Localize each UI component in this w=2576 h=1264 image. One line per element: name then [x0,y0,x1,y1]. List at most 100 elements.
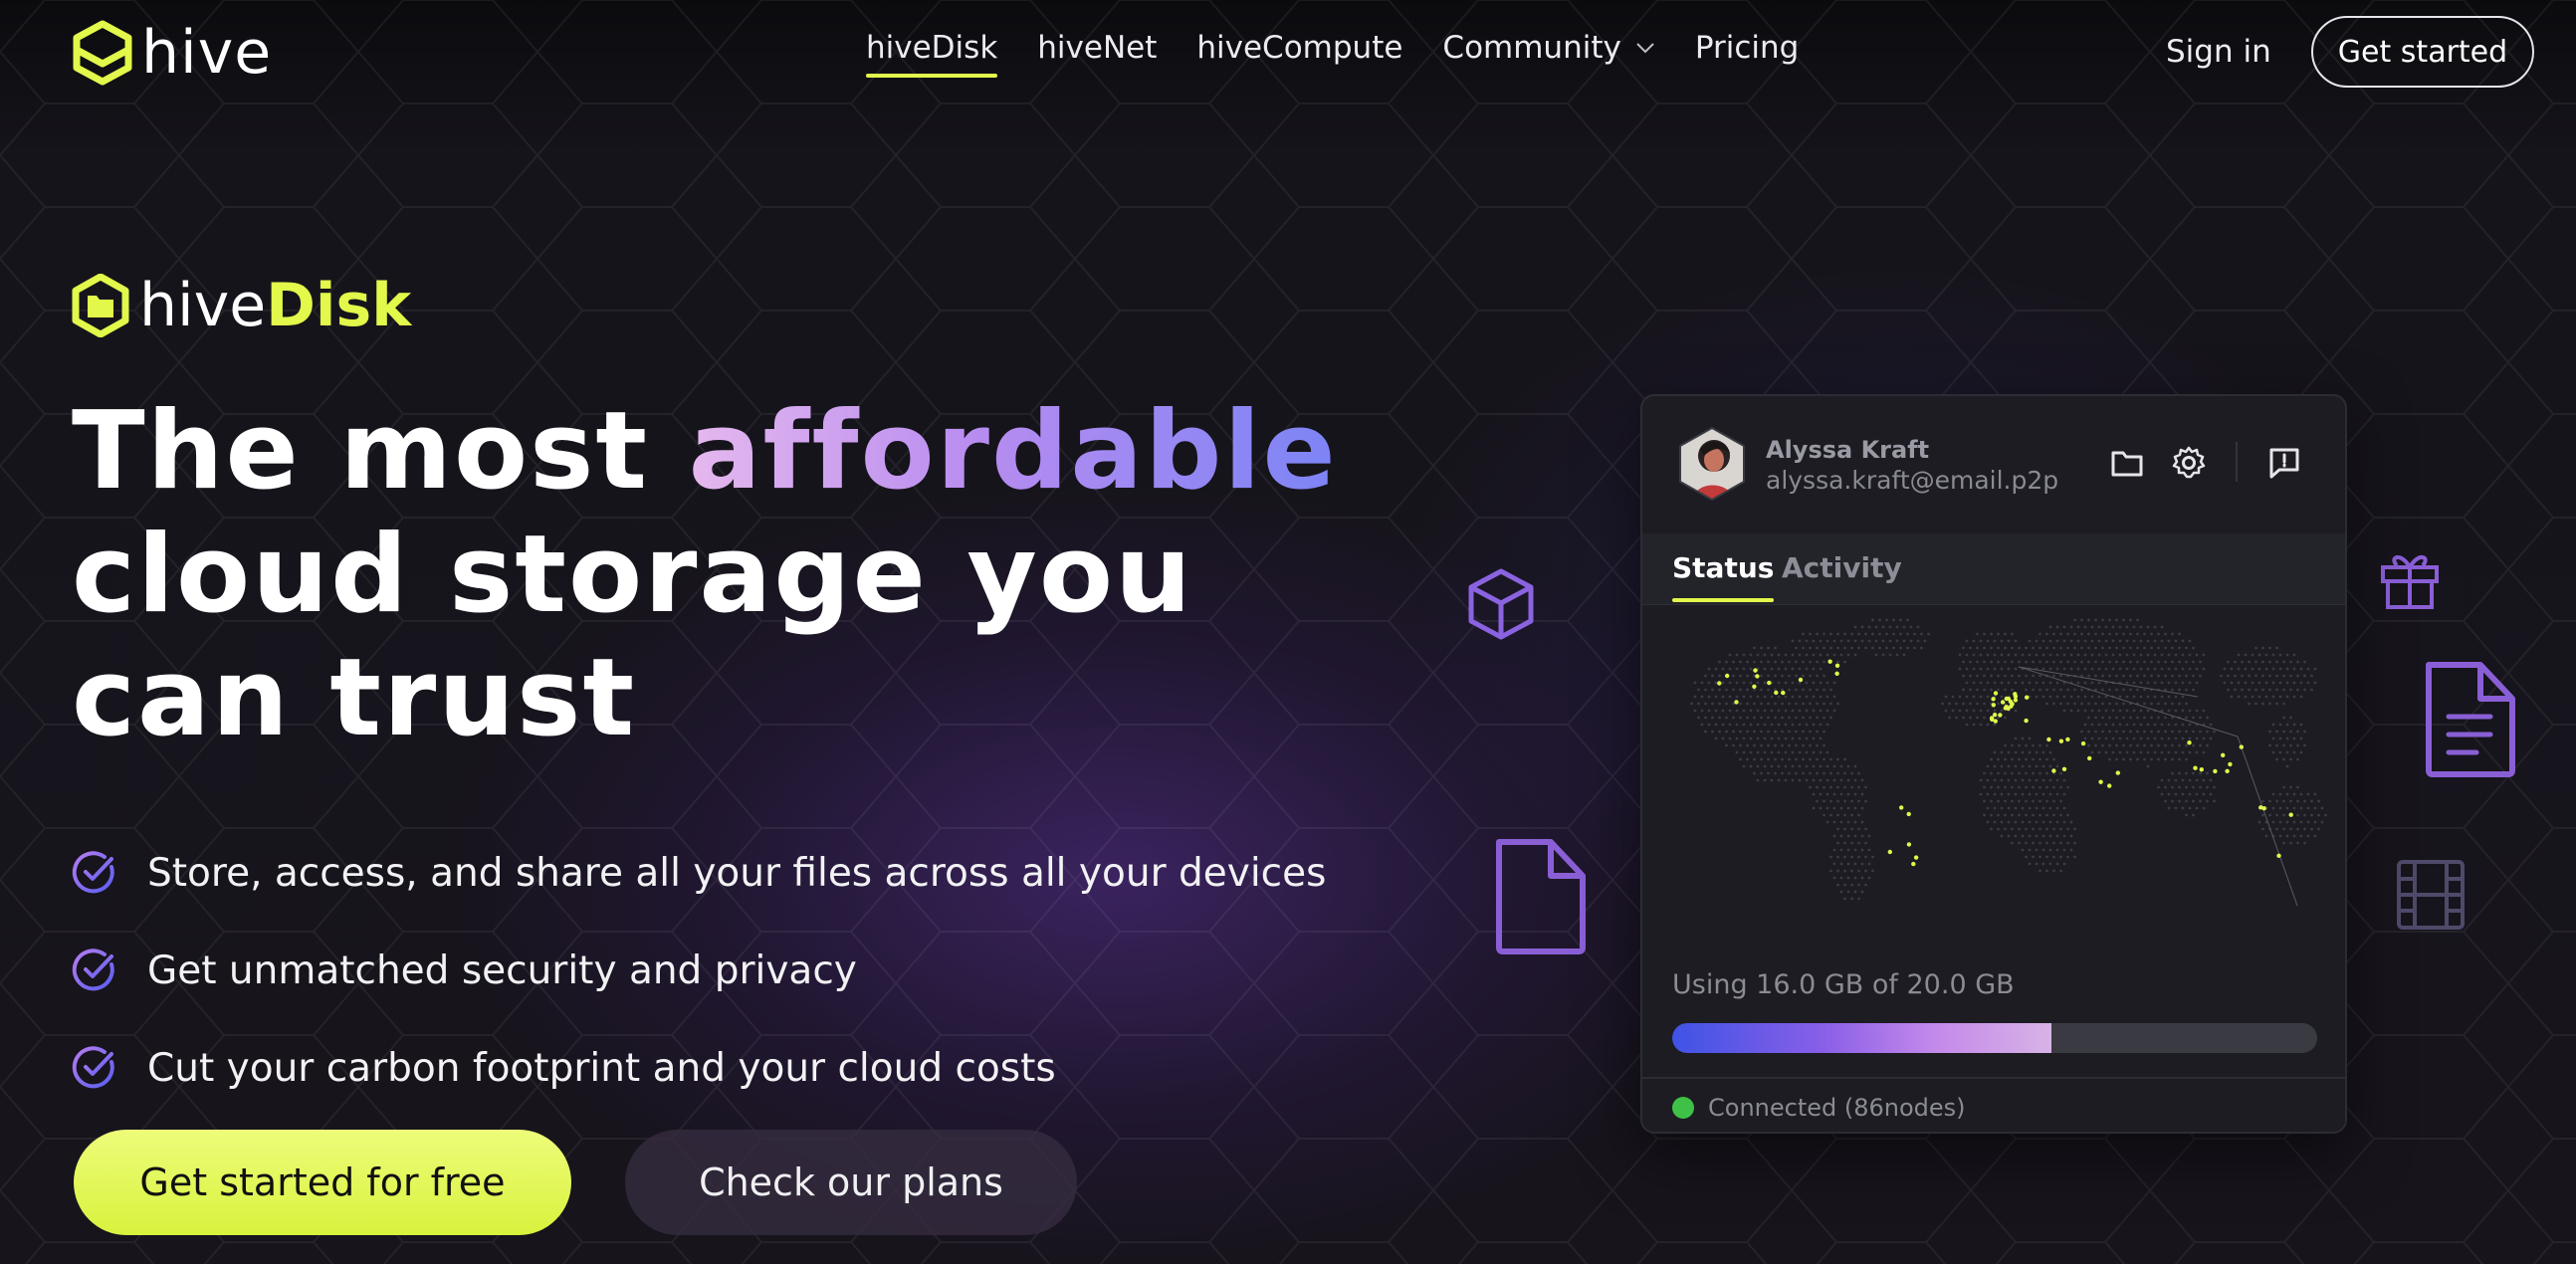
map-land-dot [1983,813,1986,817]
map-land-dot [2101,716,2104,720]
map-land-dot [1843,841,1846,845]
map-land-dot [2048,834,2052,838]
map-land-dot [2048,848,2052,852]
map-land-dot [1735,750,1739,754]
gear-icon[interactable] [2170,444,2208,482]
map-land-dot [2014,653,2018,657]
map-land-dot [2041,848,2045,852]
tab-status[interactable]: Status [1672,551,1775,602]
map-land-dot [2136,632,2139,636]
map-land-dot [2021,792,2025,796]
map-land-dot [1721,681,1725,685]
feedback-icon[interactable] [2265,444,2303,482]
map-land-dot [2292,737,2296,740]
nav-link-hivedisk[interactable]: hiveDisk [866,30,998,78]
map-land-dot [2101,660,2104,664]
map-land-dot [1767,716,1770,720]
map-land-dot [1767,730,1770,734]
map-land-dot [2146,709,2150,713]
map-land-dot [1725,743,1728,747]
map-land-dot [1721,667,1725,671]
map-land-dot [2004,674,2007,678]
map-land-dot [1853,653,1857,657]
map-land-dot [2188,653,2192,657]
map-land-dot [1881,639,1885,643]
avatar[interactable] [1674,426,1750,502]
map-land-dot [1791,764,1795,768]
map-land-dot [2202,709,2206,713]
map-land-dot [2139,681,2143,685]
map-land-dot [2143,632,2146,636]
map-land-dot [2185,785,2188,789]
map-land-dot [2278,737,2282,740]
map-land-dot [2007,667,2011,671]
map-land-dot [2055,806,2059,810]
map-land-dot [2143,716,2146,720]
sign-in-link[interactable]: Sign in [2166,34,2271,70]
map-land-dot [2062,820,2066,824]
map-land-dot [1832,681,1836,685]
map-land-dot [1809,674,1812,678]
nav-link-pricing[interactable]: Pricing [1695,30,1800,66]
map-land-dot [2090,667,2094,671]
map-land-dot [1867,862,1871,866]
folder-icon[interactable] [2108,444,2146,482]
map-land-dot [2261,702,2264,706]
map-land-dot [1795,702,1798,706]
map-land-dot [2045,646,2048,650]
map-land-dot [2021,834,2025,838]
map-land-dot [1777,695,1781,699]
nav-link-hivecompute[interactable]: hiveCompute [1196,30,1402,66]
map-land-dot [1878,618,1881,622]
map-land-dot [1836,855,1839,859]
map-land-dot [2139,625,2143,629]
map-land-dot [1774,674,1777,678]
map-land-dot [1990,674,1993,678]
map-land-dot [1788,743,1791,747]
map-land-dot [2299,806,2303,810]
map-land-dot [1749,723,1753,727]
map-land-dot [2202,750,2206,754]
map-node-dot [1827,659,1832,664]
map-land-dot [2185,660,2188,664]
map-land-dot [1788,757,1791,761]
map-node-dot [1798,677,1804,683]
map-land-dot [1784,653,1788,657]
map-land-dot [2035,792,2039,796]
tab-activity[interactable]: Activity [1782,551,1902,584]
get-started-button[interactable]: Get started [2311,16,2534,88]
map-land-dot [2014,820,2018,824]
map-land-dot [1993,639,1997,643]
map-land-dot [2178,688,2181,692]
map-land-dot [2199,660,2202,664]
map-land-dot [2062,806,2066,810]
map-land-dot [1846,890,1850,894]
map-land-dot [2021,848,2025,852]
map-land-dot [2271,723,2275,727]
product-name: hiveDisk [139,271,411,340]
map-land-dot [1760,688,1763,692]
feature-item: Get unmatched security and privacy [72,922,1326,1019]
map-land-dot [1843,785,1846,789]
hive-logo[interactable]: hive [72,18,272,88]
get-started-free-button[interactable]: Get started for free [74,1130,571,1235]
map-land-dot [1819,709,1823,713]
map-land-dot [2206,799,2209,803]
map-land-dot [1860,848,1864,852]
nav-link-hivenet[interactable]: hiveNet [1037,30,1157,66]
map-land-dot [1881,653,1885,657]
map-land-dot [2073,855,2076,859]
map-land-dot [2248,660,2251,664]
map-land-dot [1812,750,1816,754]
map-land-dot [1704,730,1707,734]
map-land-dot [1997,757,2000,761]
map-land-dot [2306,820,2310,824]
nav-link-community[interactable]: Community [1442,30,1654,66]
map-land-dot [2125,695,2129,699]
map-land-dot [2111,737,2115,740]
map-land-dot [2028,862,2032,866]
map-land-dot [2167,723,2171,727]
map-land-dot [1777,750,1781,754]
map-land-dot [1986,681,1990,685]
check-plans-button[interactable]: Check our plans [625,1130,1077,1235]
